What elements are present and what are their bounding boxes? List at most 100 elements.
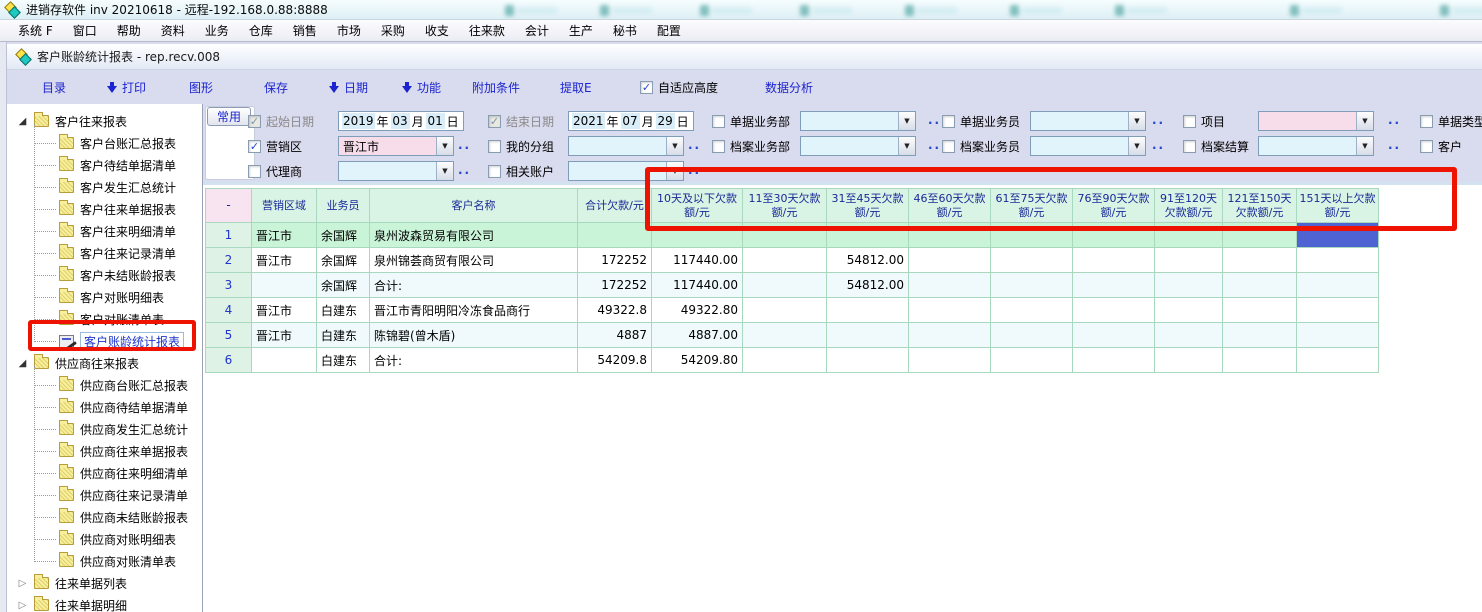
table-cell[interactable]: 54209.8 xyxy=(578,348,652,373)
tree-item[interactable]: 供应商对账明细表 xyxy=(7,528,202,550)
more-options-link[interactable]: .. xyxy=(1388,113,1401,127)
table-cell[interactable]: 合计: xyxy=(370,348,578,373)
menu-item[interactable]: 生产 xyxy=(559,20,603,41)
table-cell[interactable]: 54209.80 xyxy=(652,348,743,373)
more-options-link[interactable]: .. xyxy=(928,113,941,127)
common-tab-button[interactable]: 常用 xyxy=(207,107,251,126)
dropdown-arrow-button[interactable]: ▼ xyxy=(1128,112,1145,130)
table-cell[interactable] xyxy=(991,298,1073,323)
table-cell[interactable] xyxy=(909,248,991,273)
date-field[interactable]: 2021年07月29日 xyxy=(568,111,694,131)
table-cell[interactable] xyxy=(1073,348,1155,373)
table-cell[interactable] xyxy=(743,223,827,248)
more-options-link[interactable]: .. xyxy=(458,138,471,152)
row-number-cell[interactable]: 3 xyxy=(206,273,252,298)
table-cell[interactable]: 晋江市 xyxy=(252,298,317,323)
menu-item[interactable]: 业务 xyxy=(195,20,239,41)
table-cell[interactable] xyxy=(1223,348,1297,373)
table-cell[interactable]: 白建东 xyxy=(317,348,370,373)
toolbar-button[interactable]: 附加条件 xyxy=(472,79,520,96)
filter-dropdown[interactable]: ▼ xyxy=(800,111,916,131)
menu-item[interactable]: 配置 xyxy=(647,20,691,41)
table-cell[interactable]: 泉州波森贸易有限公司 xyxy=(370,223,578,248)
filter-dropdown[interactable]: ▼ xyxy=(1030,111,1146,131)
table-cell[interactable] xyxy=(1297,323,1379,348)
filter-checkbox[interactable] xyxy=(942,140,955,153)
filter-checkbox[interactable] xyxy=(942,115,955,128)
dropdown-arrow-button[interactable]: ▼ xyxy=(1356,137,1373,155)
filter-checkbox[interactable] xyxy=(248,165,261,178)
filter-checkbox[interactable] xyxy=(1183,140,1196,153)
filter-checkbox[interactable] xyxy=(1183,115,1196,128)
date-year-segment[interactable]: 2019 xyxy=(342,113,375,129)
date-day-segment[interactable]: 01 xyxy=(426,113,445,129)
filter-dropdown[interactable]: 晋江市▼ xyxy=(338,136,454,156)
toolbar-button[interactable]: 功能 xyxy=(402,79,441,96)
tree-item[interactable]: 客户台账汇总报表 xyxy=(7,132,202,154)
table-cell[interactable]: 合计: xyxy=(370,273,578,298)
toolbar-checkbox-auto-height[interactable]: 自适应高度 xyxy=(640,79,718,96)
table-cell[interactable]: 余国辉 xyxy=(317,223,370,248)
table-cell[interactable]: 117440.00 xyxy=(652,273,743,298)
date-month-segment[interactable]: 03 xyxy=(391,113,410,129)
table-cell[interactable] xyxy=(909,323,991,348)
menu-item[interactable]: 会计 xyxy=(515,20,559,41)
table-cell[interactable] xyxy=(743,348,827,373)
toolbar-button[interactable]: 打印 xyxy=(107,79,146,96)
dropdown-arrow-button[interactable]: ▼ xyxy=(666,162,683,180)
dropdown-arrow-button[interactable]: ▼ xyxy=(436,137,453,155)
table-cell[interactable]: 117440.00 xyxy=(652,248,743,273)
table-cell[interactable]: 余国辉 xyxy=(317,248,370,273)
table-cell[interactable]: 晋江市 xyxy=(252,323,317,348)
menu-item[interactable]: 销售 xyxy=(283,20,327,41)
more-options-link[interactable]: .. xyxy=(1152,113,1165,127)
table-cell[interactable] xyxy=(1073,298,1155,323)
table-cell[interactable]: 泉州锦荟商贸有限公司 xyxy=(370,248,578,273)
table-cell[interactable] xyxy=(578,223,652,248)
table-cell[interactable]: 余国辉 xyxy=(317,273,370,298)
toolbar-button[interactable]: 日期 xyxy=(329,79,368,96)
more-options-link[interactable]: .. xyxy=(458,163,471,177)
row-number-cell[interactable]: 5 xyxy=(206,323,252,348)
tree-item[interactable]: 供应商往来记录清单 xyxy=(7,484,202,506)
more-options-link[interactable]: .. xyxy=(928,138,941,152)
table-cell[interactable] xyxy=(1223,298,1297,323)
table-cell[interactable] xyxy=(252,348,317,373)
table-cell[interactable]: 白建东 xyxy=(317,298,370,323)
dropdown-arrow-button[interactable]: ▼ xyxy=(898,137,915,155)
table-cell[interactable] xyxy=(827,348,909,373)
table-cell[interactable] xyxy=(1223,248,1297,273)
toolbar-button[interactable]: 图形 xyxy=(189,79,213,96)
table-cell[interactable]: 晋江市青阳明阳冷冻食品商行 xyxy=(370,298,578,323)
tree-collapsed-icon[interactable]: ▷ xyxy=(17,600,28,611)
menu-item[interactable]: 资料 xyxy=(151,20,195,41)
tree-item[interactable]: 供应商往来明细清单 xyxy=(7,462,202,484)
checkbox-icon[interactable] xyxy=(640,81,653,94)
tree-item[interactable]: 客户未结账龄报表 xyxy=(7,264,202,286)
table-cell[interactable] xyxy=(1297,248,1379,273)
table-cell[interactable] xyxy=(991,273,1073,298)
row-number-cell[interactable]: 2 xyxy=(206,248,252,273)
filter-dropdown[interactable]: ▼ xyxy=(338,161,454,181)
tree-item[interactable]: 供应商发生汇总统计 xyxy=(7,418,202,440)
table-cell[interactable] xyxy=(991,323,1073,348)
filter-dropdown[interactable]: ▼ xyxy=(1258,136,1374,156)
more-options-link[interactable]: .. xyxy=(1388,138,1401,152)
table-cell[interactable] xyxy=(1155,323,1223,348)
filter-dropdown[interactable]: ▼ xyxy=(800,136,916,156)
tree-group-item[interactable]: ▷往来单据列表 xyxy=(7,572,202,594)
table-cell[interactable] xyxy=(909,273,991,298)
table-cell[interactable] xyxy=(991,248,1073,273)
tree-item[interactable]: 客户发生汇总统计 xyxy=(7,176,202,198)
filter-dropdown[interactable]: ▼ xyxy=(1258,111,1374,131)
table-cell[interactable] xyxy=(1155,273,1223,298)
table-cell[interactable]: 172252 xyxy=(578,273,652,298)
filter-checkbox[interactable] xyxy=(248,140,261,153)
table-cell[interactable] xyxy=(827,298,909,323)
table-cell[interactable] xyxy=(909,223,991,248)
more-options-link[interactable]: .. xyxy=(1152,138,1165,152)
dropdown-arrow-button[interactable]: ▼ xyxy=(1356,112,1373,130)
menu-item[interactable]: 采购 xyxy=(371,20,415,41)
table-cell[interactable]: 54812.00 xyxy=(827,273,909,298)
table-cell[interactable] xyxy=(1073,273,1155,298)
